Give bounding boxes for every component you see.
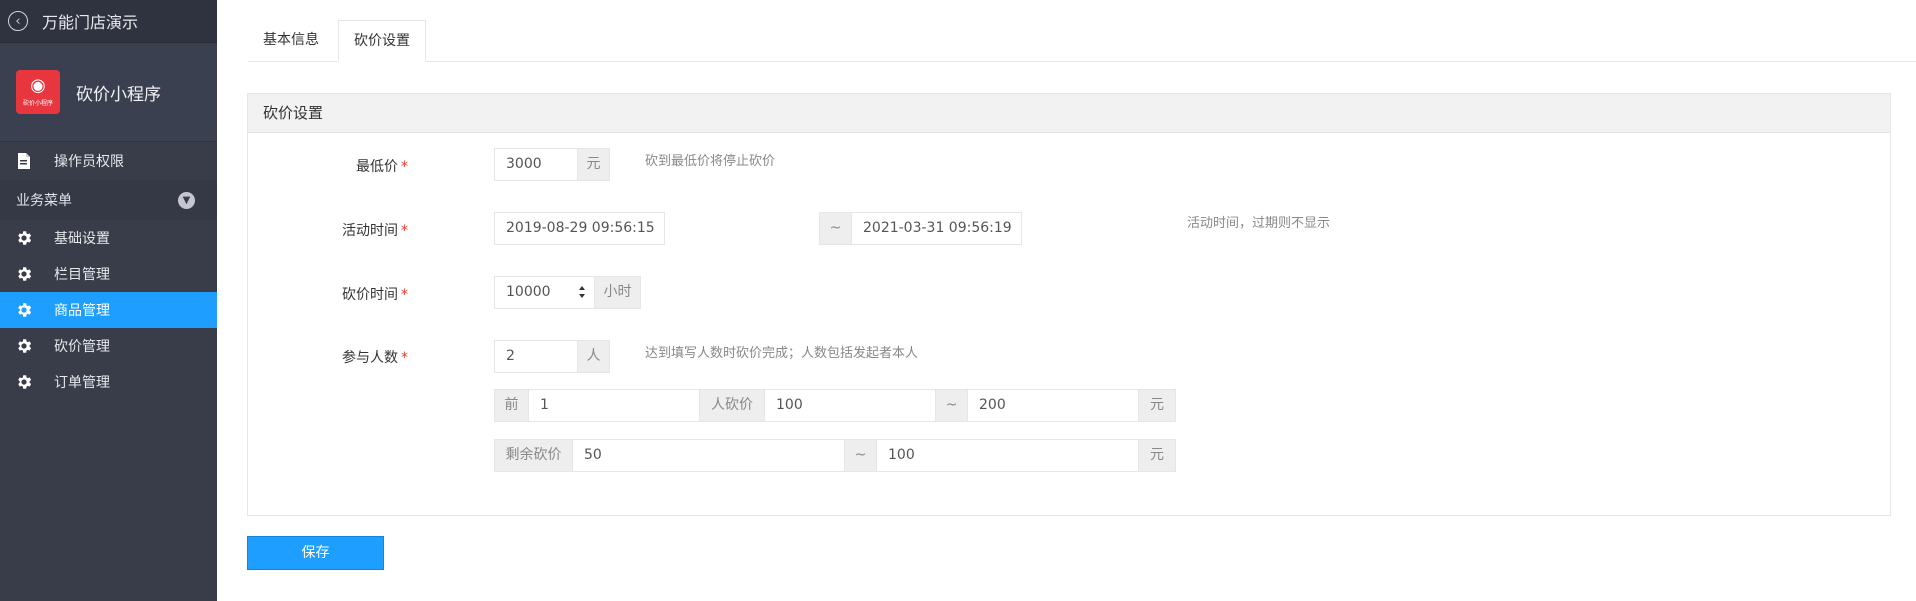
sidebar-group-label: 业务菜单	[16, 193, 72, 209]
remain-range-separator: ~	[844, 439, 877, 472]
tab-bargain-settings[interactable]: 砍价设置	[338, 20, 426, 62]
gear-icon	[14, 300, 34, 320]
bargain-time-label: 砍价时间 *	[342, 287, 408, 303]
sidebar-item[interactable]: 栏目管理	[0, 256, 217, 292]
sidebar-item-label: 商品管理	[54, 303, 110, 319]
gear-icon	[14, 336, 34, 356]
main-content: 基本信息 砍价设置 砍价设置 最低价 * 3000 元 砍到最低价将停止砍价 活动…	[217, 0, 1916, 601]
activity-time-label: 活动时间 *	[342, 223, 408, 239]
min-price-input[interactable]: 3000	[494, 148, 578, 181]
gear-icon	[14, 372, 34, 392]
min-price-unit: 元	[577, 148, 610, 181]
app-logo: ◉ 砍价小程序	[16, 70, 60, 114]
min-price-hint: 砍到最低价将停止砍价	[645, 154, 776, 169]
remain-range-prefix: 剩余砍价	[494, 439, 573, 472]
activity-end-input[interactable]: 2021-03-31 09:56:19	[851, 212, 1022, 245]
sidebar: ‹ 万能门店演示 ◉ 砍价小程序 砍价小程序 操作员权限 业务菜单 ▼ 基础设置…	[0, 0, 217, 601]
sidebar-item-operator[interactable]: 操作员权限	[0, 142, 217, 180]
bargain-time-value: 10000	[506, 284, 551, 300]
participants-label: 参与人数 *	[342, 350, 408, 366]
gear-icon	[14, 228, 34, 248]
sidebar-group-business[interactable]: 业务菜单 ▼	[0, 180, 217, 220]
number-spinner-icon[interactable]	[578, 285, 586, 299]
activity-time-separator: ~	[819, 212, 852, 245]
tab-basic-info[interactable]: 基本信息	[248, 20, 334, 61]
app-card: ◉ 砍价小程序 砍价小程序	[0, 43, 217, 142]
sidebar-item-label: 订单管理	[54, 375, 110, 391]
sidebar-item[interactable]: 商品管理	[0, 292, 217, 328]
first-max-input[interactable]: 200	[967, 389, 1139, 422]
first-range-separator: ~	[935, 389, 968, 422]
sidebar-header: ‹ 万能门店演示	[0, 0, 217, 43]
app-logo-caption: 砍价小程序	[22, 100, 53, 107]
document-icon	[14, 151, 34, 171]
activity-time-hint: 活动时间，过期则不显示	[1187, 216, 1331, 231]
bargain-time-input[interactable]: 10000	[494, 276, 595, 309]
first-range-prefix: 前	[494, 389, 529, 422]
bargain-settings-panel: 砍价设置 最低价 * 3000 元 砍到最低价将停止砍价 活动时间 * 2019-0…	[247, 93, 1891, 516]
remain-min-input[interactable]: 50	[572, 439, 845, 472]
sidebar-item-label: 栏目管理	[54, 267, 110, 283]
sidebar-item-label: 操作员权限	[54, 154, 124, 170]
sidebar-item-label: 基础设置	[54, 231, 110, 247]
gear-icon	[14, 264, 34, 284]
store-title: 万能门店演示	[42, 13, 139, 32]
participants-input[interactable]: 2	[494, 340, 578, 373]
save-button[interactable]: 保存	[247, 536, 384, 570]
chevron-down-icon: ▼	[178, 191, 195, 209]
remain-range-unit: 元	[1138, 439, 1176, 472]
participants-unit: 人	[577, 340, 610, 373]
app-name: 砍价小程序	[76, 84, 161, 105]
participants-hint: 达到填写人数时砍价完成；人数包括发起者本人	[645, 346, 919, 361]
min-price-label: 最低价 *	[356, 159, 408, 175]
sidebar-item[interactable]: 基础设置	[0, 220, 217, 256]
back-icon[interactable]: ‹	[8, 11, 28, 31]
remain-max-input[interactable]: 100	[876, 439, 1139, 472]
first-range-unit: 元	[1138, 389, 1176, 422]
bargain-time-unit: 小时	[594, 276, 641, 309]
sidebar-item-label: 砍价管理	[54, 339, 110, 355]
tab-bar: 基本信息 砍价设置	[248, 20, 1916, 62]
first-range-mid: 人砍价	[699, 389, 765, 422]
first-min-input[interactable]: 100	[764, 389, 936, 422]
tag-icon: ◉	[30, 75, 46, 96]
first-count-input[interactable]: 1	[528, 389, 700, 422]
sidebar-item[interactable]: 订单管理	[0, 364, 217, 400]
panel-title: 砍价设置	[248, 94, 1890, 133]
activity-start-input[interactable]: 2019-08-29 09:56:15	[494, 212, 665, 245]
sidebar-item[interactable]: 砍价管理	[0, 328, 217, 364]
